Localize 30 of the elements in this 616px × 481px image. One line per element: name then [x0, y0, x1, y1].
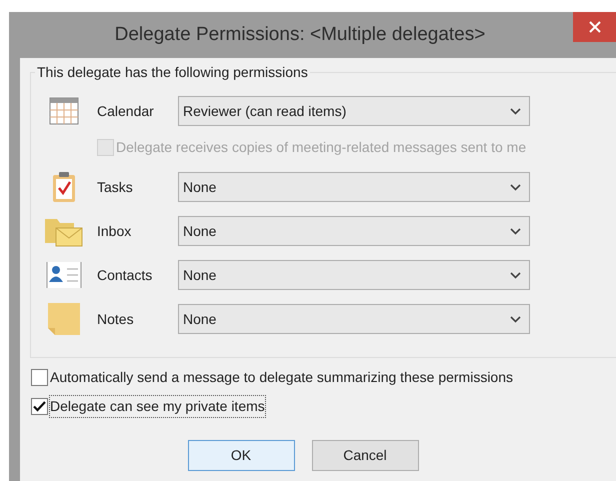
field-label: Calendar: [97, 102, 155, 120]
checkbox[interactable]: [31, 369, 48, 386]
permission-dropdown[interactable]: None: [178, 260, 530, 290]
field-label: Tasks: [97, 178, 134, 196]
close-button[interactable]: [573, 12, 616, 42]
sticky-note-icon: [47, 302, 81, 336]
clipboard-check-icon: [51, 171, 77, 203]
group-heading: This delegate has the following permissions: [35, 64, 310, 80]
checkbox-label: Delegate receives copies of meeting-related messages sent to me: [116, 138, 526, 157]
field-label: Contacts: [97, 266, 154, 284]
chevron-down-icon: [510, 228, 521, 234]
dialog-button[interactable]: Cancel: [312, 440, 418, 471]
checkbox-label: Delegate can see my private items: [50, 396, 265, 417]
permission-dropdown[interactable]: None: [178, 304, 530, 334]
contact-card-icon: [46, 261, 82, 289]
chevron-down-icon: [510, 272, 521, 278]
checkbox-label: Automatically send a message to delegate summarizing these permissions: [50, 368, 514, 387]
dialog-button[interactable]: OK: [188, 440, 294, 471]
field-label: Notes: [97, 310, 135, 328]
permission-dropdown[interactable]: None: [178, 172, 530, 202]
permission-dropdown[interactable]: Reviewer (can read items): [178, 96, 530, 126]
field-label: Inbox: [97, 222, 132, 240]
chevron-down-icon: [510, 108, 521, 114]
checkbox[interactable]: [31, 398, 48, 415]
permission-dropdown[interactable]: None: [178, 216, 530, 246]
calendar-icon: [49, 97, 79, 125]
chevron-down-icon: [510, 184, 521, 190]
close-icon: [588, 21, 600, 33]
window-title: Delegate Permissions: <Multiple delegates>: [114, 22, 486, 47]
chevron-down-icon: [510, 316, 521, 322]
